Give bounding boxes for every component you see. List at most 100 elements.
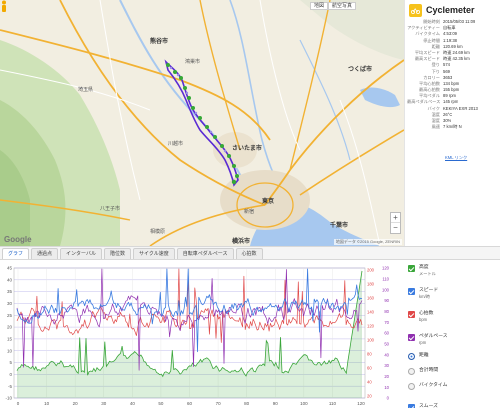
y-left-tick-label: -10	[5, 396, 12, 401]
y-right-hr-tick-label: 180	[367, 282, 375, 287]
zoom-in-button[interactable]: +	[391, 213, 400, 223]
y-right-hr-tick-label: 80	[367, 352, 372, 357]
checkbox[interactable]	[408, 288, 415, 295]
x-tick-label: 10	[44, 401, 50, 406]
y-left-tick-label: 25	[7, 313, 13, 318]
map-type-satellite-button[interactable]: 航空写真	[328, 2, 357, 10]
legend-toggle[interactable]: スピード km/時	[408, 288, 500, 299]
radio-label: 合計時間	[419, 368, 439, 373]
place-label: 鴻巣市	[185, 59, 201, 65]
radio-button[interactable]	[408, 383, 415, 390]
checkbox[interactable]	[408, 265, 415, 272]
y-right-hr-tick-label: 160	[367, 296, 375, 301]
x-tick-label: 70	[216, 401, 222, 406]
place-label: 八王子市	[100, 206, 121, 212]
legend-series-name: 心拍数	[419, 311, 434, 316]
x-tick-label: 50	[158, 401, 164, 406]
place-label: 埼玉県	[78, 87, 94, 93]
legend-series-name: ペダルペース	[419, 334, 448, 339]
y-left-tick-label: 5	[9, 360, 12, 365]
y-left-tick-label: -5	[8, 384, 12, 389]
legend-unit: メートル	[419, 270, 436, 276]
kml-link[interactable]: KML リンク	[445, 155, 467, 161]
place-label: つくば市	[348, 67, 373, 73]
cyclemeter-page: 地図 航空写真 熊谷市 鴻巣市 つくば市 埼玉県 さいたま市 川越市 東京 新宿…	[0, 0, 500, 408]
radio-button[interactable]	[408, 353, 415, 360]
x-tick-label: 0	[17, 401, 20, 406]
x-tick-label: 90	[273, 401, 279, 406]
legend-unit: bpm	[419, 316, 428, 322]
y-left-tick-label: 45	[7, 266, 13, 271]
x-tick-label: 20	[73, 401, 79, 406]
map-type-map-button[interactable]: 地図	[310, 2, 329, 10]
y-left-tick-label: 10	[7, 348, 13, 353]
tab-0[interactable]: グラフ	[2, 248, 30, 259]
radio-label: 距離	[419, 353, 429, 358]
y-right-cadence-tick-label: 0	[387, 396, 390, 401]
x-tick-label: 100	[300, 401, 308, 406]
ride-summary-panel: Cyclemeter 開始時刻 2015/05/03 11:09 アクティビティー自…	[404, 0, 500, 246]
x-axis-option[interactable]: 合計時間	[408, 368, 500, 375]
y-right-hr-tick-label: 120	[367, 324, 375, 329]
legend-unit: km/時	[419, 293, 430, 299]
y-right-cadence-tick-label: 40	[384, 352, 389, 357]
y-right-cadence-tick-label: 100	[382, 287, 390, 292]
place-label: 熊谷市	[150, 39, 169, 45]
ride-stats-list: 開始時刻 2015/05/03 11:09 アクティビティー 自転車 バイクタイム 4:5…	[407, 19, 500, 130]
legend-toggle[interactable]: ペダルペース rpm	[408, 334, 500, 345]
zoom-control[interactable]: + −	[390, 212, 401, 234]
legend-series-name: 高度	[419, 265, 429, 270]
y-right-cadence-tick-label: 110	[382, 276, 389, 281]
legend-toggle[interactable]: 高度 メートル	[408, 265, 500, 276]
tab-6[interactable]: 心拍数	[235, 248, 263, 259]
x-axis-option[interactable]: バイクタイム	[408, 383, 500, 390]
x-tick-label: 40	[130, 401, 136, 406]
x-tick-label: 60	[187, 401, 193, 406]
y-left-tick-label: 20	[7, 325, 13, 330]
y-left-tick-label: 35	[7, 289, 13, 294]
smooth-toggle[interactable]: スムーズ	[408, 404, 500, 408]
y-right-cadence-tick-label: 90	[384, 298, 389, 303]
y-left-tick-label: 15	[7, 337, 13, 342]
y-left-tick-label: 30	[7, 301, 13, 306]
tab-bar: グラフ 通過点 インターバル 階位数 サイクル速度 自転車ペダルペース 心拍数	[0, 246, 500, 260]
map-canvas	[0, 0, 404, 246]
zoom-out-button[interactable]: −	[391, 223, 400, 233]
radio-button[interactable]	[408, 368, 415, 375]
legend-unit: rpm	[419, 339, 427, 345]
y-right-cadence-tick-label: 120	[382, 266, 390, 271]
street-view-pegman-icon[interactable]	[0, 0, 8, 13]
place-label: 相模原	[150, 229, 166, 235]
tab-3[interactable]: 階位数	[103, 248, 131, 259]
route-map[interactable]: 地図 航空写真 熊谷市 鴻巣市 つくば市 埼玉県 さいたま市 川越市 東京 新宿…	[0, 0, 404, 246]
y-right-hr-tick-label: 60	[367, 366, 372, 371]
y-right-hr-tick-label: 200	[367, 268, 375, 273]
radio-label: バイクタイム	[419, 383, 448, 388]
google-logo: Google	[4, 235, 32, 244]
y-right-cadence-tick-label: 60	[384, 331, 389, 336]
place-label: 新宿	[244, 209, 255, 215]
stat-value: 7 km/時 N	[443, 124, 462, 130]
checkbox[interactable]	[408, 311, 415, 318]
tab-2[interactable]: インターバル	[60, 248, 102, 259]
checkbox[interactable]	[408, 404, 415, 408]
x-tick-label: 120	[357, 401, 365, 406]
y-right-hr-tick-label: 100	[367, 338, 375, 343]
x-axis-option[interactable]: 距離	[408, 353, 500, 360]
tab-1[interactable]: 通過点	[31, 248, 59, 259]
y-right-cadence-tick-label: 50	[384, 341, 389, 346]
legend-toggle[interactable]: 心拍数 bpm	[408, 311, 500, 322]
x-tick-label: 30	[101, 401, 107, 406]
legend-label: 心拍数 bpm	[419, 311, 433, 322]
place-label: 横浜市	[232, 239, 251, 245]
checkbox[interactable]	[408, 334, 415, 341]
app-header: Cyclemeter	[409, 3, 475, 17]
stat-row: 風速 7 km/時 N	[407, 124, 500, 130]
legend-label: 高度 メートル	[419, 265, 436, 276]
tab-5[interactable]: 自転車ペダルペース	[176, 248, 234, 259]
tab-4[interactable]: サイクル速度	[133, 248, 175, 259]
stat-label: 風速	[431, 124, 440, 130]
y-right-cadence-tick-label: 20	[384, 374, 389, 379]
y-right-hr-tick-label: 20	[367, 394, 372, 399]
y-left-tick-label: 40	[7, 277, 13, 282]
